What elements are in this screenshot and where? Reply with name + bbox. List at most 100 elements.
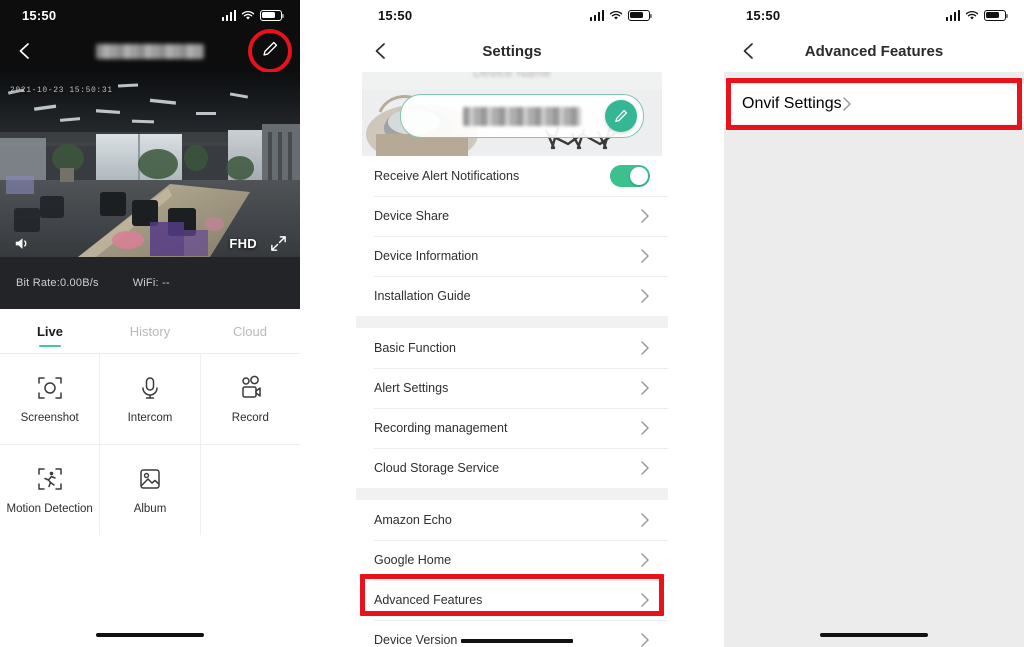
row-label: Installation Guide [374, 289, 471, 303]
row-label: Advanced Features [374, 593, 483, 607]
row-advanced-features[interactable]: Advanced Features [356, 574, 668, 620]
tab-live[interactable]: Live [0, 309, 100, 353]
row-label: Google Home [374, 553, 452, 567]
page-title: Advanced Features [804, 42, 944, 60]
home-indicator [96, 633, 204, 637]
alert-notifications-toggle[interactable] [610, 165, 650, 187]
cellular-signal-icon [221, 9, 236, 21]
expand-icon[interactable] [269, 234, 288, 253]
wifi-icon [241, 10, 255, 21]
chevron-right-icon [641, 421, 649, 435]
row-label-wrap: Device Version [374, 633, 640, 647]
row-label: Alert Settings [374, 381, 449, 395]
chevron-right-icon [641, 249, 649, 263]
chevron-right-icon [641, 289, 649, 303]
row-cloud-storage-service[interactable]: Cloud Storage Service [356, 448, 668, 488]
quality-label[interactable]: FHD [229, 236, 257, 251]
row-amazon-echo[interactable]: Amazon Echo [356, 500, 668, 540]
advanced-nav-bar: Advanced Features [724, 30, 1024, 72]
device-name-input[interactable] [400, 94, 644, 138]
action-label: Intercom [127, 412, 173, 424]
video-controls-overlay: FHD [0, 234, 300, 253]
settings-list: Device Name Receive Alert Notifications … [356, 72, 668, 647]
status-bar-time: 15:50 [378, 7, 413, 23]
row-installation-guide[interactable]: Installation Guide [356, 276, 668, 316]
group-separator [356, 316, 668, 328]
row-label: Recording management [374, 421, 508, 435]
action-grid-row: Motion Detection Album [0, 445, 300, 535]
chevron-right-icon [842, 97, 851, 111]
video-frame-image [0, 72, 300, 257]
battery-icon [984, 9, 1009, 21]
phone-panel-advanced-features: 15:50 Advanced Features Onvif Settings [724, 0, 1024, 647]
pencil-icon[interactable] [605, 100, 637, 132]
video-camera-icon [236, 374, 264, 402]
back-button[interactable] [14, 40, 36, 62]
speaker-icon[interactable] [12, 234, 31, 253]
action-label: Motion Detection [6, 503, 93, 515]
status-bar-time: 15:50 [22, 7, 57, 23]
group-separator [356, 488, 668, 500]
settings-group: Basic Function Alert Settings Recording … [356, 328, 668, 488]
row-google-home[interactable]: Google Home [356, 540, 668, 580]
tab-cloud[interactable]: Cloud [200, 309, 300, 353]
device-name-title-blurred [96, 43, 204, 59]
status-bar: 15:50 [724, 0, 1024, 30]
edit-button-highlight-circle [248, 29, 292, 73]
row-label: Onvif Settings [742, 95, 842, 112]
chevron-right-icon [641, 341, 649, 355]
settings-group: Amazon Echo Google Home Advanced Feature… [356, 500, 668, 647]
status-bar-icons [221, 9, 285, 21]
row-device-version[interactable]: Device Version [356, 620, 668, 647]
row-label: Cloud Storage Service [374, 461, 500, 475]
pencil-icon[interactable] [261, 40, 279, 63]
row-label: Basic Function [374, 341, 456, 355]
status-bar-icons [589, 9, 653, 21]
back-button[interactable] [738, 40, 760, 62]
row-label: Amazon Echo [374, 513, 452, 527]
status-bar: 15:50 [356, 0, 668, 30]
video-timestamp-overlay: 2021-10-23 15:50:31 [10, 86, 113, 95]
motion-detection-icon [36, 465, 64, 493]
wifi-label: WiFi: -- [132, 277, 170, 289]
row-label: Device Share [374, 209, 450, 223]
video-right-controls: FHD [229, 234, 288, 253]
row-basic-function[interactable]: Basic Function [356, 328, 668, 368]
chevron-right-icon [641, 593, 649, 607]
battery-icon [628, 9, 653, 21]
stream-info-strip: Bit Rate:0.00B/s WiFi: -- [0, 257, 300, 309]
action-intercom[interactable]: Intercom [100, 354, 201, 444]
redaction-bar [461, 638, 574, 643]
action-motion-detection[interactable]: Motion Detection [0, 445, 101, 535]
battery-icon [260, 9, 285, 21]
chevron-right-icon [641, 381, 649, 395]
row-receive-alert-notifications[interactable]: Receive Alert Notifications [356, 156, 668, 196]
screenshot-icon [36, 374, 64, 402]
row-label: Device Version [374, 633, 458, 647]
device-name-value-blurred [463, 106, 581, 126]
home-indicator [820, 633, 928, 637]
row-device-information[interactable]: Device Information [356, 236, 668, 276]
album-icon [136, 465, 164, 493]
page-title: Settings [482, 42, 542, 60]
live-tab-bar: Live History Cloud [0, 309, 300, 354]
live-video-feed[interactable]: 2021-10-23 15:50:31 FHD [0, 72, 300, 257]
row-recording-management[interactable]: Recording management [356, 408, 668, 448]
screenshot-stage: 15:50 2021-10-23 15:50:31 FHD Bit Rate:0… [0, 0, 1024, 647]
chevron-right-icon [641, 209, 649, 223]
status-bar-icons [945, 9, 1009, 21]
row-alert-settings[interactable]: Alert Settings [356, 368, 668, 408]
row-onvif-settings[interactable]: Onvif Settings [724, 84, 1024, 124]
cellular-signal-icon [589, 9, 604, 21]
phone-panel-settings: 15:50 Settings Device Name Receive Alert… [356, 0, 668, 647]
back-button[interactable] [370, 40, 392, 62]
settings-group: Receive Alert Notifications Device Share… [356, 156, 668, 316]
row-device-share[interactable]: Device Share [356, 196, 668, 236]
action-album[interactable]: Album [100, 445, 201, 535]
tab-history[interactable]: History [100, 309, 200, 353]
action-screenshot[interactable]: Screenshot [0, 354, 101, 444]
action-label: Screenshot [20, 412, 79, 424]
action-grid-row: Screenshot Intercom Record [0, 354, 300, 445]
phone-panel-live-view: 15:50 2021-10-23 15:50:31 FHD Bit Rate:0… [0, 0, 300, 647]
action-record[interactable]: Record [201, 354, 300, 444]
